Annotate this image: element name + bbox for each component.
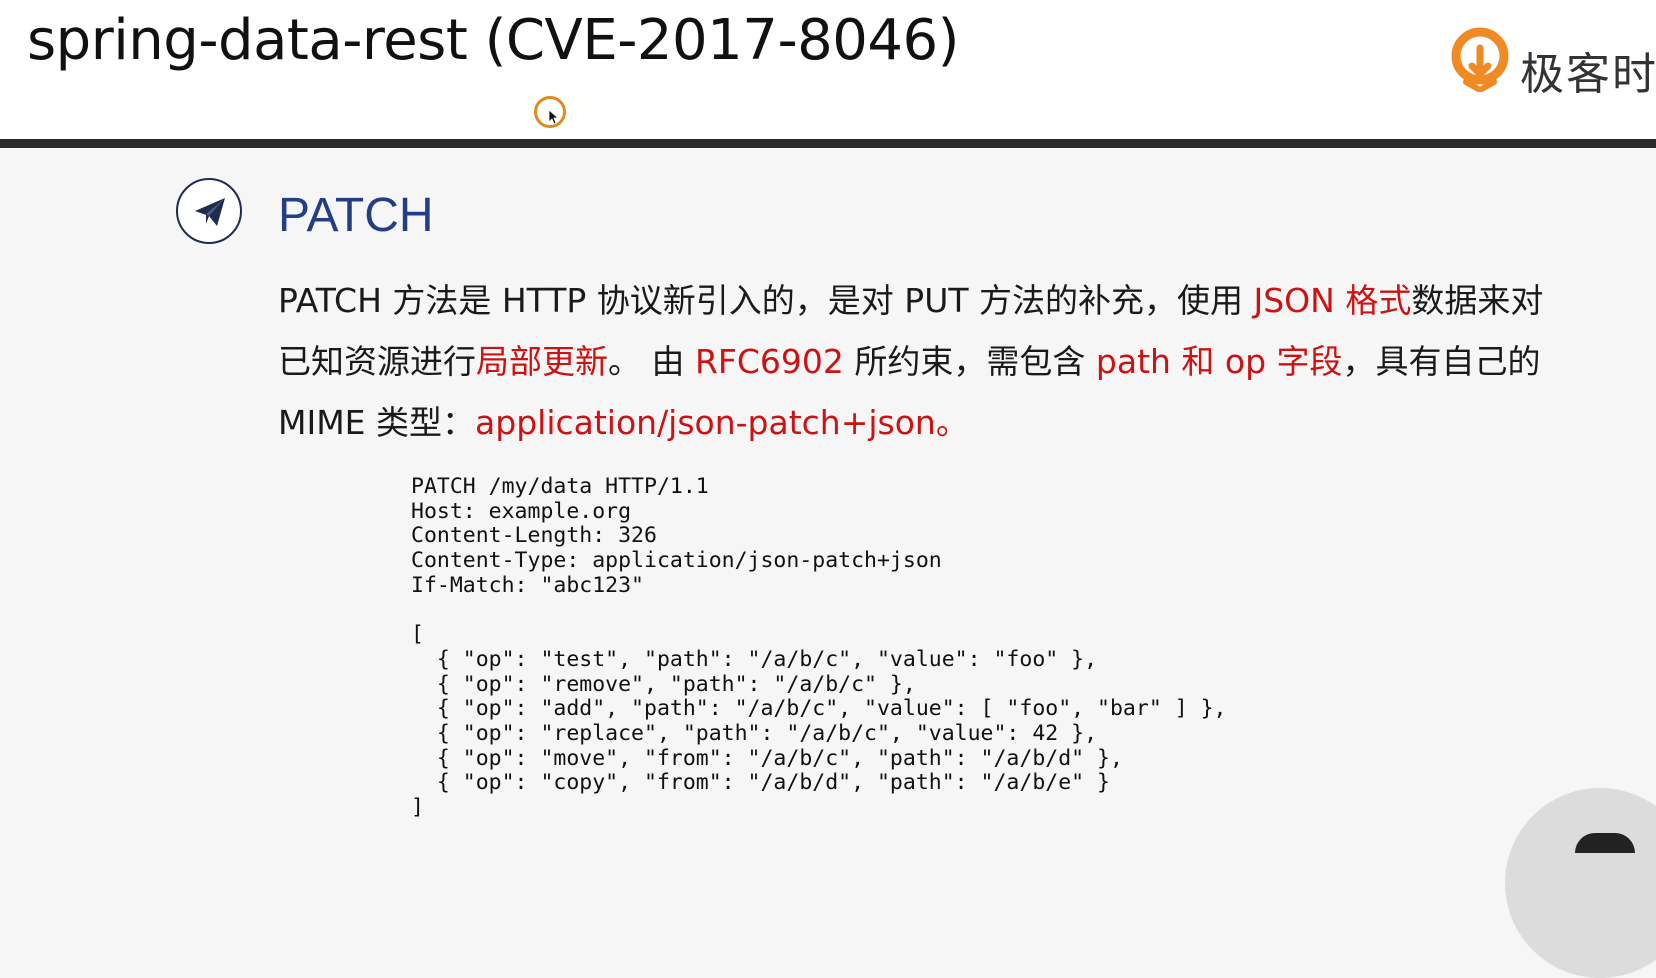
http-request-code-block: PATCH /my/data HTTP/1.1 Host: example.or… [411, 474, 1227, 821]
text-run: 数据来对 [1411, 281, 1544, 320]
paragraph-line-3: MIME 类型：application/json-patch+json。 [278, 392, 1608, 453]
text-run: ，具有自己的 [1342, 342, 1541, 381]
text-run: 已知资源进行 [278, 342, 476, 381]
geekbang-logo-icon [1451, 27, 1509, 92]
brand-logo: 极客时 [1450, 24, 1656, 100]
section-title: PATCH [278, 189, 434, 242]
text-run: PATCH 方法是 HTTP 协议新引入的，是对 PUT 方法的补充，使用 [278, 281, 1254, 320]
description-paragraph: PATCH 方法是 HTTP 协议新引入的，是对 PUT 方法的补充，使用 JS… [278, 270, 1608, 453]
presenter-hair [1575, 833, 1635, 853]
section-icon-badge [176, 178, 242, 244]
text-run: 。 由 [608, 342, 695, 381]
highlight-fields: path 和 op 字段 [1095, 342, 1343, 381]
mouse-cursor-icon [548, 109, 560, 125]
brand-name: 极客时 [1520, 49, 1656, 100]
header-divider [0, 139, 1656, 148]
highlight-json-format: JSON 格式 [1253, 281, 1412, 320]
highlight-mime-type: application/json-patch+json。 [475, 403, 969, 442]
paragraph-line-1: PATCH 方法是 HTTP 协议新引入的，是对 PUT 方法的补充，使用 JS… [278, 270, 1608, 331]
paper-plane-icon [195, 198, 225, 226]
highlight-partial-update: 局部更新 [476, 342, 608, 381]
text-run: 所约束，需包含 [843, 342, 1096, 381]
slide-title: spring-data-rest (CVE-2017-8046) [27, 8, 960, 73]
presenter-avatar [1505, 788, 1656, 978]
slide-header: spring-data-rest (CVE-2017-8046) 极客时 [0, 0, 1656, 141]
text-run: MIME 类型： [278, 403, 476, 442]
highlight-rfc: RFC6902 [694, 342, 844, 381]
paragraph-line-2: 已知资源进行局部更新。 由 RFC6902 所约束，需包含 path 和 op … [278, 331, 1608, 392]
